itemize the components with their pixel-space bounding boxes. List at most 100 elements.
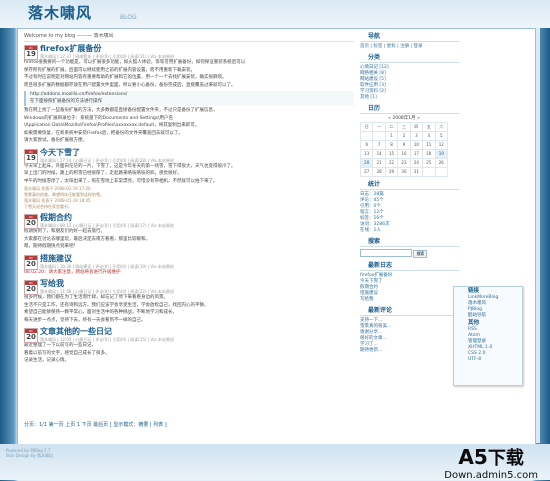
calendar-day: 27 [359, 167, 374, 177]
post-quote: http://addons.mozilla.cn/firefox/extensi… [24, 91, 354, 106]
post: 01 19 今天下雪了 落木啸风 | 17:14 | 心情日记 | 评论(0) … [24, 148, 354, 211]
calendar-day: 3 [409, 131, 424, 141]
post-text: 早上出门的时候，路上的积雪已经很厚了，走起路来咯吱咯吱的响，感觉很好。 [24, 171, 182, 176]
post: 01 20 文章其他的一些日记 落木啸风 | 12:05 | 心情日记 | 评论… [24, 327, 354, 365]
sidebar-search: 搜索 搜索 [360, 238, 460, 258]
calendar-weekday: 日 [359, 122, 374, 132]
post-title[interactable]: 文章其他的一些日记 [40, 327, 112, 336]
calendar-day: 29 [384, 167, 399, 177]
date-badge: 01 19 [24, 148, 38, 164]
nav-links[interactable]: 首页 | 标签 | 星标 | 注册 | 登录 [360, 44, 460, 50]
comment-text: 下雪天适合待在家里看书。 [24, 204, 72, 209]
post-text: 生活不只是工作，还有诗和远方。我们应该学会享受生活，学会放松自己，找回内心的平静… [24, 302, 209, 308]
post-meta: 落木啸风 | 17:14 | 心情日记 | 评论(0) | 引用(0) | 阅读… [40, 157, 174, 163]
page-scrollbar[interactable] [536, 28, 540, 443]
calendar-day: 7 [372, 140, 386, 150]
panel-title: 其他 [468, 320, 480, 326]
sidebar-title: 最新日志 [360, 262, 460, 271]
sidebar-title: 日历 [360, 105, 460, 114]
watermark-url: Down.admin5.com [444, 470, 538, 481]
post-text: 今天早上起床，外面白茫茫的一片，下雪了。这是今年冬天的第一场雪，雪下得很大，天气… [24, 163, 236, 169]
sidebar-stats: 统计 日志：28篇 评论：45个 引用：0个 留言：12个 标签：16个 访问：… [360, 181, 460, 234]
post-text: 记录生活，记录心情。 [24, 358, 69, 363]
site-logo-sub: BLOG [120, 14, 137, 21]
sidebar-title: 最新评论 [360, 307, 460, 316]
calendar-day: 5 [434, 131, 449, 141]
post: 01 20 写给我 落木啸风 | 11:48 | 心情日记 | 评论(0) | … [24, 279, 354, 324]
calendar-day [359, 131, 374, 141]
calendar-day [422, 167, 436, 177]
comment-item[interactable]: 期待更新... [360, 348, 460, 354]
pagination[interactable]: 分页：1/1 第一页 上页 1 下页 最后页 [ 显示模式：摘要 | 列表 ] [24, 421, 167, 428]
calendar-day-linked[interactable]: 20 [359, 158, 374, 168]
site-header: 落木啸风 BLOG [0, 0, 550, 28]
calendar-day: 2 [397, 131, 411, 141]
calendar-day: 8 [384, 140, 399, 150]
post-text: 如果需要恢复，在新系统中安装Firefox后，把备份的文件夹覆盖回去就可以了。 [24, 130, 183, 136]
calendar-day: 9 [397, 140, 411, 150]
stat-item: 在线：1人 [360, 228, 381, 233]
calendar-weekday: 一 [372, 122, 386, 132]
calendar-day: 10 [409, 140, 424, 150]
post-text: 看着以前写的文字，感觉自己成长了很多。 [24, 350, 110, 356]
post-text: Windows的扩展目录位于：系统盘下的Documents and Settin… [24, 115, 174, 121]
post-text: \Application Data\Mozilla\Firefox\Profil… [24, 123, 200, 128]
post-meta: 落木啸风 | 17:37 | 网络相关 | 评论(0) | 引用(0) | 阅读… [40, 54, 174, 59]
calendar-day: 15 [384, 149, 399, 159]
calendar-weekday: 五 [422, 122, 436, 132]
post-meta: 落木啸风 | 10:30 | 网站建设 | 评论(0) | 引用(0) | 阅读… [40, 263, 174, 269]
calendar-day: 14 [372, 149, 386, 159]
post: 01 20 措施建议 落木啸风 | 10:30 | 网站建设 | 评论(0) |… [24, 254, 354, 277]
post-text: 大家都在讨论去哪里玩，最后决定去南方看看，那里比较暖和。 [24, 236, 150, 242]
sidebar-title: 导航 [360, 33, 460, 42]
calendar-weekday: 六 [434, 122, 449, 132]
post-meta: 落木啸风 | 12:05 | 心情日记 | 评论(0) | 引用(0) | 阅读… [40, 337, 174, 342]
category-item[interactable]: 其他 [1] [360, 95, 460, 101]
watermark-a5: A5 [458, 445, 488, 469]
post-title[interactable]: 假期合约 [40, 213, 72, 222]
calendar-day [372, 131, 386, 141]
calendar-day: 26 [434, 158, 449, 168]
main-content: Welcome to my blog ——— 落木啸风 01 19 firefo… [24, 33, 354, 438]
post: 01 19 firefox扩展备份 落木啸风 | 17:37 | 网络相关 | … [24, 44, 354, 145]
post-title[interactable]: 今天下雪了 [40, 148, 80, 157]
post-text: firefox很重要的一个功能是，可以扩展很多功能，如火狐人体验，等等可用扩展备… [24, 60, 246, 65]
sidebar-title: 统计 [360, 181, 460, 190]
post-meta: 落木啸风 | 09:12 | 心情日记 | 评论(0) | 引用(0) | 阅读… [40, 223, 174, 228]
welcome-text: Welcome to my blog ——— 落木啸风 [24, 33, 354, 42]
post-text: 最近整理了一下以前写的一些日记， [24, 343, 96, 348]
date-badge: 01 20 [24, 280, 38, 295]
sidebar: 导航 首页 | 标签 | 星标 | 注册 | 登录 分类 心情日记 [12] 网… [359, 33, 460, 358]
footer-line: Skin Design by 落木啸风 [6, 453, 54, 458]
calendar-day-linked[interactable]: 19 [434, 149, 449, 159]
search-button[interactable]: 搜索 [413, 249, 428, 258]
post-title[interactable]: 写给我 [40, 279, 64, 288]
recent-item[interactable]: 写给我 [360, 297, 460, 303]
date-badge: 01 20 [24, 214, 38, 229]
post-text: 很多时候，我们都在为了生活而忙碌，却忘记了停下来看看身边的风景。 [24, 295, 168, 300]
sidebar-title: 搜索 [360, 238, 460, 247]
post-text: 请大家尝试，备份扩展很方便。 [24, 138, 87, 143]
calendar-day: 22 [384, 158, 399, 168]
post-text: 我在网上找了一些备份扩展的方法，大多数都是直接备份配置文件夹，不过只是备份了扩展… [24, 108, 218, 113]
calendar-day: 31 [409, 167, 424, 177]
panel-title: 链接 [468, 288, 480, 294]
other-item[interactable]: UTF-8 [454, 357, 522, 363]
post-notice: 08.02.20：请大家注意，网站将会进行升级维护 [24, 269, 121, 275]
sidebar-comments: 最新评论 支持一下... 雪景真的很美... 谢谢分享... 很好的文章... … [360, 307, 460, 354]
search-input[interactable] [360, 249, 412, 257]
watermark-logo: A5下载 [444, 446, 538, 470]
sidebar-categories: 分类 心情日记 [12] 网络相关 [8] 网站建设 [5] 软件应用 [3] … [360, 54, 460, 101]
post-title[interactable]: 措施建议 [40, 254, 72, 263]
post-text: 中午的时候雪停了，太阳出来了，照在雪地上非常漂亮，可惜没有带相机，不然就可以拍下… [24, 178, 218, 184]
sidebar-title: 分类 [360, 54, 460, 63]
post-title[interactable]: firefox扩展备份 [40, 44, 101, 53]
post-text: 不过有时应说明是对网站内容有重要帮助的扩展和它的位置，用一个一个去找扩展安装，确… [24, 75, 227, 80]
quote-text: 在下面按照扩展备份的方法进行操作 [30, 98, 102, 104]
calendar-day: 18 [422, 149, 436, 159]
post-text: 假期快到了，和朋友们约好一起去旅行。 [24, 229, 105, 234]
post-meta: 落木啸风 | 11:48 | 心情日记 | 评论(0) | 引用(0) | 阅读… [40, 289, 174, 294]
calendar-day: 11 [422, 140, 436, 150]
site-logo[interactable]: 落木啸风 [28, 2, 92, 23]
calendar-day: 17 [409, 149, 424, 159]
